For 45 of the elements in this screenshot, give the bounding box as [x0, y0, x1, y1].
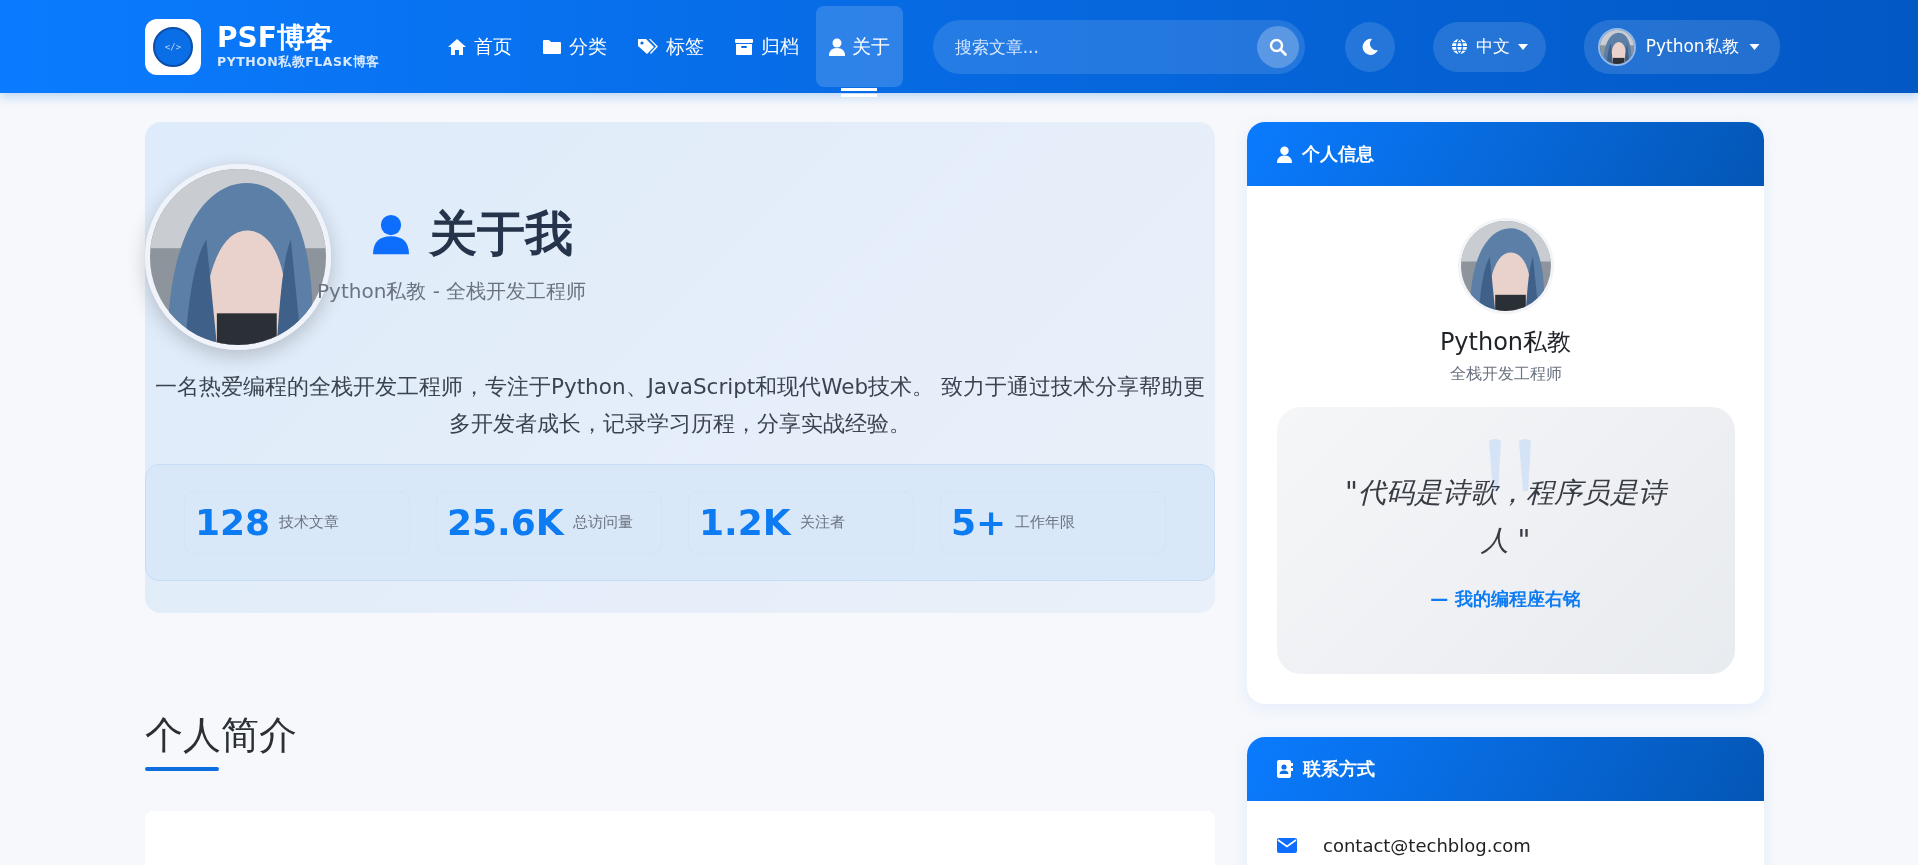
brand-name[interactable]: PSF博客: [217, 22, 380, 54]
user-icon: [373, 213, 409, 255]
nav-link[interactable]: 归档: [720, 6, 812, 87]
stat-value: 1.2K: [699, 502, 791, 543]
user-icon: [1277, 145, 1292, 163]
quote-source: — 我的编程座右铭: [1430, 587, 1581, 611]
tags-icon: [636, 37, 659, 56]
envelope-icon: [1277, 838, 1297, 853]
nav-link[interactable]: 关于: [815, 6, 903, 87]
caret-icon: [1748, 43, 1760, 50]
page-title: 关于我: [429, 204, 573, 263]
search-button[interactable]: [1256, 25, 1299, 68]
page-subtitle: Python私教 - 全栈开发工程师: [317, 278, 587, 305]
section-title: 个人简介: [145, 712, 298, 759]
caret-icon: [1517, 43, 1528, 50]
search-icon: [1268, 37, 1287, 56]
stat-label: 总访问量: [572, 513, 633, 532]
moon-icon: [1360, 37, 1379, 56]
logo-glyph: </>: [153, 26, 193, 67]
profile-role: 全栈开发工程师: [1449, 364, 1562, 385]
profile-name: Python私教: [1439, 327, 1572, 358]
nav-link[interactable]: 分类: [528, 6, 620, 87]
folder-icon: [541, 38, 562, 55]
stat-label: 技术文章: [279, 513, 340, 532]
user-icon: [828, 37, 845, 56]
bio-text: 一名热爱编程的全栈开发工程师，专注于Python、JavaScript和现代Web技术。 致力于通过技术分享帮助更多开发者成长，记录学习历程，分享实战经验。: [154, 373, 1206, 438]
home-icon: [446, 37, 467, 56]
archive-icon: [733, 37, 754, 56]
address-book-icon: [1277, 760, 1293, 778]
card-title: 联系方式: [1303, 757, 1375, 781]
user-menu-button[interactable]: Python私教: [1583, 19, 1780, 74]
stat-label: 关注者: [799, 513, 845, 532]
brand-tagline: PYTHON私教FLASK博客: [217, 54, 380, 71]
nav-link[interactable]: 首页: [433, 6, 525, 87]
contact-text[interactable]: contact@techblog.com: [1323, 835, 1531, 856]
language-selector[interactable]: 中文: [1432, 21, 1546, 72]
stat-value: 128: [195, 502, 271, 543]
stat-value: 25.6K: [447, 502, 564, 543]
stat-label: 工作年限: [1015, 513, 1076, 532]
logo-icon[interactable]: </>: [145, 18, 201, 75]
quote-text: "代码是诗歌，程序员是诗人 ": [1344, 475, 1669, 559]
card-title: 个人信息: [1302, 142, 1374, 166]
globe-icon: [1450, 38, 1468, 55]
nav-link[interactable]: 标签: [623, 6, 717, 87]
stat-value: 5+: [951, 502, 1007, 543]
